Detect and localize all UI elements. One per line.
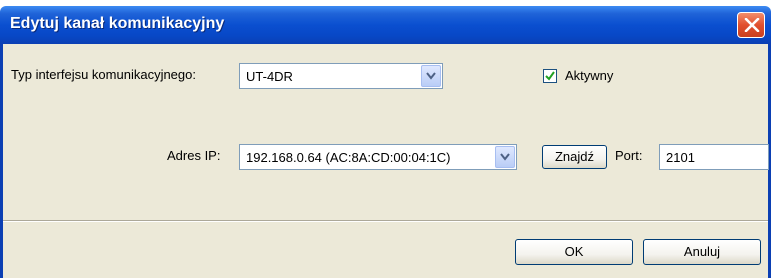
- close-button[interactable]: [737, 12, 765, 38]
- ok-button[interactable]: OK: [515, 239, 633, 265]
- dialog-body: Typ interfejsu komunikacyjnego: UT-4DR A…: [0, 44, 771, 278]
- ip-address-value: 192.168.0.64 (AC:8A:CD:00:04:1C): [246, 150, 451, 165]
- check-icon: [545, 71, 555, 81]
- interface-type-value: UT-4DR: [246, 69, 293, 84]
- separator: [3, 220, 768, 222]
- interface-type-label: Typ interfejsu komunikacyjnego:: [11, 67, 196, 82]
- title-bar[interactable]: Edytuj kanał komunikacyjny: [0, 6, 771, 44]
- cancel-button[interactable]: Anuluj: [643, 239, 761, 265]
- ip-address-select[interactable]: 192.168.0.64 (AC:8A:CD:00:04:1C): [239, 144, 517, 170]
- active-label: Aktywny: [565, 68, 614, 83]
- dialog-window: Edytuj kanał komunikacyjny Typ interfejs…: [0, 6, 771, 278]
- chevron-down-icon: [426, 72, 436, 80]
- find-button[interactable]: Znajdź: [542, 145, 607, 169]
- port-input[interactable]: 2101: [659, 144, 769, 170]
- ip-address-label: Adres IP:: [167, 148, 221, 163]
- dialog-title: Edytuj kanał komunikacyjny: [10, 15, 225, 32]
- interface-type-select[interactable]: UT-4DR: [239, 63, 443, 89]
- ip-address-dropdown-button[interactable]: [495, 146, 515, 168]
- port-label: Port:: [615, 148, 643, 163]
- interface-type-dropdown-button[interactable]: [421, 65, 441, 87]
- active-checkbox[interactable]: [543, 69, 557, 83]
- chevron-down-icon: [500, 153, 510, 161]
- close-icon: [744, 18, 760, 32]
- port-value: 2101: [666, 150, 695, 165]
